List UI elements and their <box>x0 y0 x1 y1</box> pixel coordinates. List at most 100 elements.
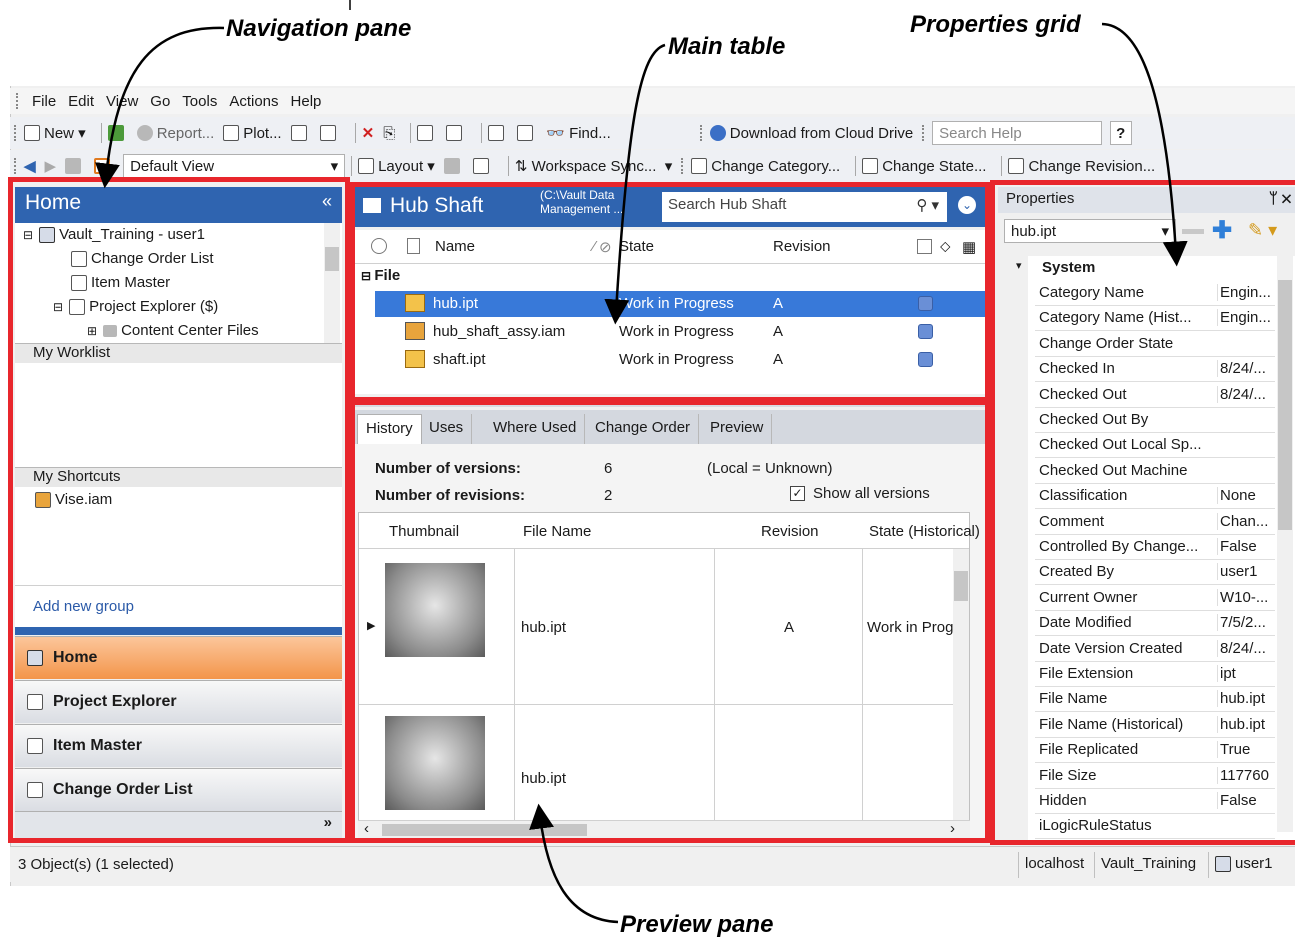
row-checkbox[interactable] <box>918 324 933 339</box>
tree-scrollbar[interactable] <box>324 223 340 343</box>
menu-actions[interactable]: Actions <box>229 93 278 110</box>
property-row[interactable]: Checked Out By <box>1035 408 1275 433</box>
menu-file[interactable]: File <box>32 93 56 110</box>
help-button[interactable]: ? <box>1110 121 1133 145</box>
workspace-sync-button[interactable]: ⇅ Workspace Sync... ▾ <box>515 157 672 176</box>
add-new-group-link[interactable]: Add new group <box>33 598 134 615</box>
properties-scrollbar[interactable] <box>1277 256 1293 832</box>
row-checkbox[interactable] <box>918 296 933 311</box>
tree-node-project-explorer[interactable]: ⊟ Project Explorer ($) <box>53 298 218 315</box>
scroll-thumb[interactable] <box>325 247 339 271</box>
show-all-versions-checkbox[interactable]: ✓ <box>790 486 805 501</box>
search-input[interactable]: Search Hub Shaft ⚲ ▾ <box>662 192 947 222</box>
tab-history[interactable]: History <box>357 414 422 444</box>
find-button[interactable]: 👓 Find... <box>546 124 611 143</box>
grid-icon[interactable]: ▦ <box>962 238 976 256</box>
change-state-button[interactable]: Change State... <box>862 158 986 175</box>
refresh-button[interactable] <box>107 125 128 141</box>
forward-button[interactable]: ▶ <box>45 157 57 175</box>
search-options-icon[interactable]: ⚲ ▾ <box>916 196 939 214</box>
pin-close-icon[interactable]: ᛘ ✕ <box>1269 190 1291 207</box>
print-button[interactable] <box>290 125 311 141</box>
delete-button[interactable]: ✕ <box>362 124 375 142</box>
property-row[interactable]: File Replicated True <box>1035 738 1275 764</box>
layout-button[interactable]: Layout ▾ <box>358 157 435 175</box>
table-row[interactable]: hub_shaft_assy.iam Work in Progress A <box>375 319 985 345</box>
property-row[interactable]: Category Name Engin... <box>1035 281 1275 306</box>
menu-help[interactable]: Help <box>291 93 322 110</box>
checkbox-column-icon[interactable] <box>917 239 932 254</box>
table-row[interactable]: ▶ hub.ipt A Work in Progr <box>359 549 967 705</box>
change-category-button[interactable]: Change Category... <box>691 158 840 175</box>
property-row[interactable]: Checked In 8/24/... <box>1035 357 1275 383</box>
report-button[interactable]: Report... <box>136 125 214 142</box>
property-row[interactable]: File Extension ipt <box>1035 662 1275 687</box>
update-button[interactable] <box>517 125 537 141</box>
tree-node-item-master[interactable]: Item Master <box>71 274 170 291</box>
column-name[interactable]: Name <box>435 238 475 255</box>
property-row[interactable]: Category Name (Hist... Engin... <box>1035 306 1275 332</box>
scroll-left-icon[interactable]: ‹ <box>364 820 369 837</box>
menu-go[interactable]: Go <box>150 93 170 110</box>
more-buttons-icon[interactable]: » <box>324 814 332 831</box>
tab-change-order[interactable]: Change Order <box>587 414 700 444</box>
remove-property-icon[interactable] <box>1182 229 1204 234</box>
column-revision[interactable]: Revision <box>761 523 819 540</box>
property-row[interactable]: Checked Out Local Sp... <box>1035 433 1275 459</box>
scroll-right-icon[interactable]: › <box>950 820 955 837</box>
scroll-thumb[interactable] <box>1278 280 1292 530</box>
tree-node-vault[interactable]: ⊟ Vault_Training - user1 <box>23 226 205 243</box>
property-row[interactable]: Current Owner W10-... <box>1035 586 1275 611</box>
tab-where-used[interactable]: Where Used <box>485 414 586 444</box>
up-folder-button[interactable] <box>65 158 85 174</box>
tab-preview[interactable]: Preview <box>702 414 773 444</box>
back-button[interactable]: ◀ <box>24 157 36 175</box>
status-column-icon[interactable] <box>371 238 387 254</box>
toggle-pane-button[interactable] <box>94 158 114 174</box>
assign-item-button[interactable] <box>488 125 508 141</box>
search-help-input[interactable]: Search Help <box>932 121 1103 145</box>
property-row[interactable]: Controlled By Change... False <box>1035 535 1275 560</box>
properties-file-select[interactable]: hub.ipt ▾ <box>1004 219 1176 243</box>
attach-button[interactable]: ⎘ <box>383 125 395 142</box>
column-thumbnail[interactable]: Thumbnail <box>389 523 459 540</box>
column-revision[interactable]: Revision <box>773 238 831 255</box>
property-row[interactable]: Change Order State <box>1035 332 1275 357</box>
table-row[interactable]: hub.ipt <box>359 706 967 822</box>
history-hscrollbar[interactable]: ‹ › <box>358 820 970 838</box>
print-preview-button[interactable] <box>319 125 340 141</box>
column-state[interactable]: State <box>619 238 654 255</box>
property-row[interactable]: File Size 117760 <box>1035 764 1275 789</box>
customize-button[interactable] <box>472 158 493 174</box>
view-combo[interactable]: Default View ▾ <box>123 154 346 178</box>
property-row[interactable]: Checked Out Machine <box>1035 459 1275 484</box>
property-row[interactable]: Classification None <box>1035 484 1275 510</box>
collapse-group-icon[interactable]: ▾ <box>1016 259 1022 272</box>
pane-splitter[interactable] <box>350 399 990 407</box>
tab-uses[interactable]: Uses <box>421 414 473 444</box>
table-row[interactable]: hub.ipt Work in Progress A <box>375 291 985 317</box>
scroll-thumb[interactable] <box>954 571 968 601</box>
collapse-pane-button[interactable]: « <box>322 191 332 219</box>
table-row[interactable]: shaft.ipt Work in Progress A <box>375 347 985 373</box>
expand-search-icon[interactable]: ⌄ <box>958 196 976 214</box>
menu-tools[interactable]: Tools <box>182 93 217 110</box>
property-group-system[interactable]: System <box>1042 259 1095 276</box>
scroll-thumb[interactable] <box>382 824 587 836</box>
plot-button[interactable]: Plot... <box>223 125 282 142</box>
property-row[interactable]: Checked Out 8/24/... <box>1035 383 1275 408</box>
nav-button-project-explorer[interactable]: Project Explorer <box>15 680 342 723</box>
table-button[interactable] <box>443 158 464 174</box>
tree-node-content-center[interactable]: ⊞ Content Center Files <box>87 322 259 339</box>
menu-edit[interactable]: Edit <box>68 93 94 110</box>
property-row[interactable]: iLogicRuleStatus <box>1035 814 1275 840</box>
splitter[interactable] <box>15 627 342 635</box>
copy-design-button[interactable] <box>446 125 466 141</box>
add-property-icon[interactable]: ✚ <box>1212 217 1232 245</box>
change-revision-button[interactable]: Change Revision... <box>1008 158 1155 175</box>
history-vscrollbar[interactable] <box>953 549 969 821</box>
new-button[interactable]: New ▾ <box>24 124 86 142</box>
nav-button-change-order-list[interactable]: Change Order List <box>15 768 342 811</box>
shortcut-vise[interactable]: Vise.iam <box>35 491 112 508</box>
tree-node-change-order-list[interactable]: Change Order List <box>71 250 214 267</box>
